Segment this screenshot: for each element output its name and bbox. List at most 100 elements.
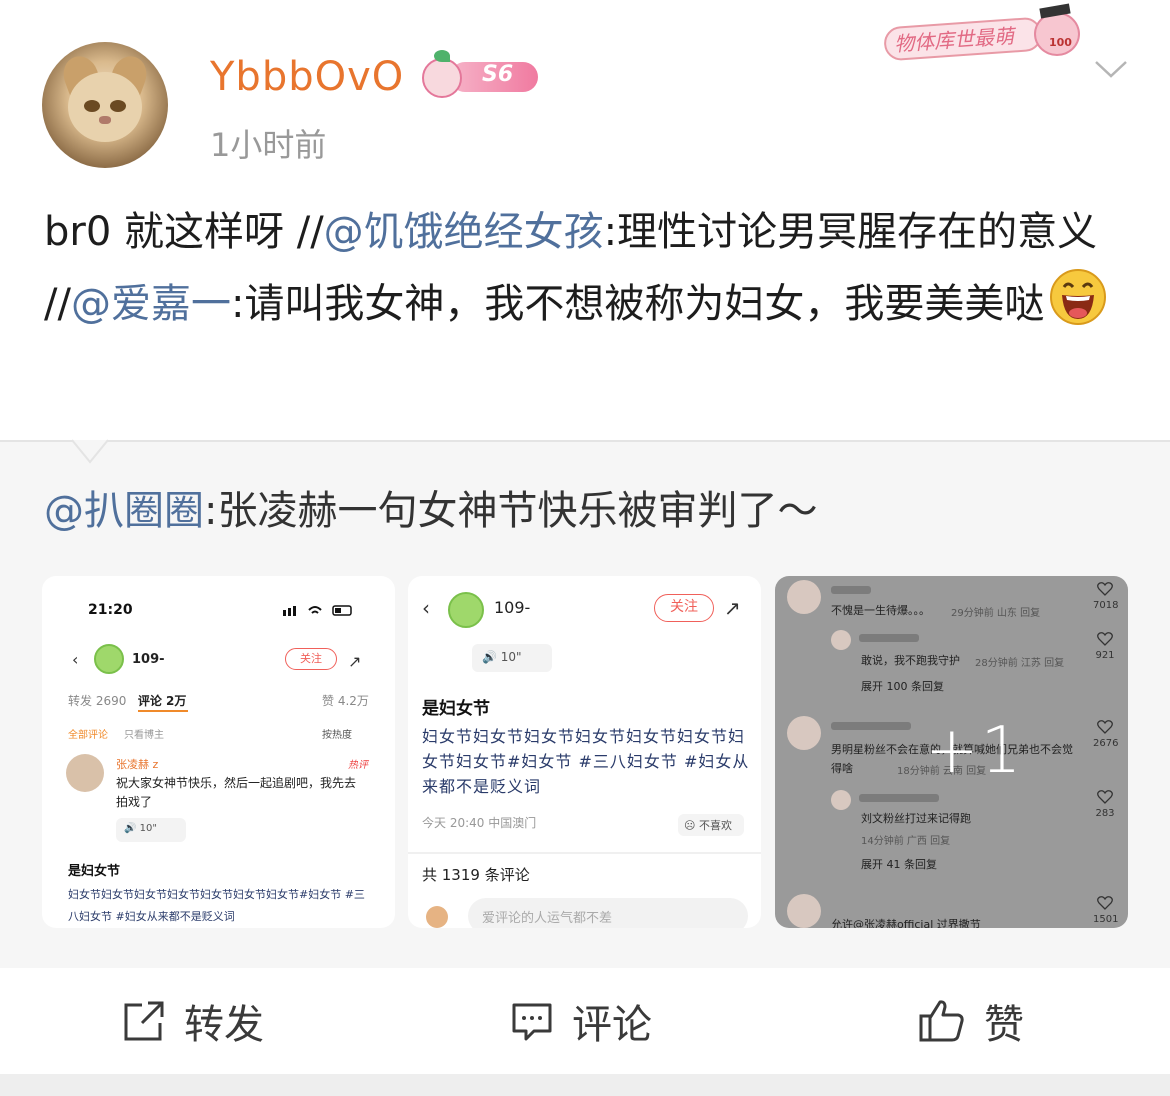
like-button[interactable]: 赞 [918,994,1024,1048]
comment-input: 爱评论的人运气都不差 [468,898,748,928]
subpost-body: 妇女节妇女节妇女节妇女节妇女节妇女节妇女节妇女节#妇女节 #三八妇女节 #妇女从… [422,727,750,796]
mention-link[interactable]: @爱嘉一 [71,281,231,327]
chevron-down-icon[interactable] [1094,58,1128,82]
username[interactable]: YbbbOvO [210,54,404,100]
blurred-name [859,794,939,802]
like-count: 2676 [1093,738,1119,749]
like-count: 1501 [1093,914,1119,925]
thumb-username: 109- [494,598,531,617]
comment-text: 不愧是一生待爆。。。 [831,604,930,617]
clover-avatar [94,644,124,674]
sort-label: 按热度 [322,730,352,741]
comment-text: 祝大家女神节快乐，然后一起追剧吧，我先去拍戏了 [116,776,357,809]
expand-replies: 展开 41 条回复 [861,858,937,871]
dislike-button: ☹ 不喜欢 [678,814,744,836]
thumb-likes: 赞 4.2万 [322,694,369,708]
action-bar: 转发 评论 赞 [0,968,1170,1074]
original-post-text: @扒圈圈:张凌赫一句女神节快乐被审判了～ [44,478,817,536]
post-image-2[interactable]: ‹ 109- 关注 ↗ 🔊 10" 是妇女节 妇女节妇女节妇女节妇女节妇女节妇女… [408,576,761,928]
blurred-name [831,722,911,730]
blurred-name [831,586,871,594]
like-count: 7018 [1093,600,1119,611]
subpost-title: 是妇女节 [68,864,121,879]
reply-meta: 28分钟前 江苏 回复 [975,658,1065,669]
comment-button[interactable]: 评论 [510,994,652,1048]
dislike-label: 不喜欢 [698,819,732,832]
commenter-avatar [66,754,104,792]
reply-meta: 14分钟前 广西 回复 [861,836,951,847]
divider [408,852,761,854]
more-images-count: +1 [925,714,1024,788]
post-text-part: :请叫我女神，我不想被称为妇女，我要美美哒 [230,281,1045,327]
comment-text: 允许@张凌赫official 过界撒节 [831,918,981,928]
comment-meta: 29分钟前 山东 回复 [951,608,1041,619]
voice-note: 🔊 10" [472,644,552,672]
like-count: 283 [1095,808,1115,819]
clover-avatar [448,592,484,628]
repost-button[interactable]: 转发 [122,994,264,1048]
avatar-cat-nose [99,116,111,124]
level-badge-text: S6 [482,62,514,87]
back-icon[interactable]: ‹ [72,650,78,669]
share-icon: ↗ [348,652,362,671]
voice-duration: 10" [500,650,522,664]
original-post-body: :张凌赫一句女神节快乐被审判了～ [204,488,818,534]
hot-comment-tag: 热评 [348,760,368,771]
avatar-cat-eye [110,100,126,112]
comment-count: 共 1319 条评论 [422,866,530,884]
reply-text: 刘文粉丝打过来记得跑 [861,812,971,825]
reply-text: 敢说，我不跑我守护 [861,654,960,667]
repost-icon [124,1001,164,1041]
commenter-name: 张凌赫 z [116,758,159,771]
commenter-avatar [787,894,821,928]
repost-notch [72,439,108,464]
repost-label: 转发 [184,1002,264,1048]
level-badge[interactable]: S6 [422,50,540,98]
bottom-divider [0,1074,1170,1096]
stamp-number: 100 [1049,36,1072,49]
voice-duration: 10" [139,823,157,834]
tab-underline [138,710,188,712]
avatar-cat-eye [84,100,100,112]
tab-repost: 转发 2690 [68,694,127,708]
voice-note: 🔊 10" [116,818,186,842]
share-icon: ↗ [724,596,741,620]
heart-icon [1097,582,1113,596]
mention-link[interactable]: @扒圈圈 [44,488,204,534]
follow-button: 关注 [285,648,337,670]
filter-all: 全部评论 [68,730,108,741]
bear-avatar-icon [426,906,448,928]
status-time: 21:20 [88,602,133,618]
post-image-3[interactable]: 不愧是一生待爆。。。 29分钟前 山东 回复 7018 敢说，我不跑我守护 28… [775,576,1128,928]
heart-icon [1097,790,1113,804]
follow-button: 关注 [654,594,714,622]
tab-comment: 评论 2万 [137,694,187,708]
subpost-body: 妇女节妇女节妇女节妇女节妇女节妇女节妇女节#妇女节 #三八妇女节 #妇女从来都不… [68,888,365,923]
expand-replies: 展开 100 条回复 [861,680,944,693]
heart-icon [1097,896,1113,910]
badge-leaf-icon [434,50,450,62]
subpost-title: 是妇女节 [422,699,490,719]
reply-avatar [831,630,851,650]
like-count: 921 [1095,650,1115,661]
heart-icon [1097,632,1113,646]
comment-icon [512,1003,552,1041]
back-icon: ‹ [422,596,430,620]
heart-icon [1097,720,1113,734]
avatar-cat-face [68,72,142,142]
post-image-1[interactable]: 21:20 ‹ 109- 关注 ↗ 转发 2690 评论 2万 赞 4.2万 全… [42,576,395,928]
commenter-avatar [787,580,821,614]
thumb-username: 109- [132,652,165,667]
commenter-avatar [787,716,821,750]
post-text: br0 就这样呀 //@饥饿绝经女孩:理性讨论男冥腥存在的意义 //@爱嘉一:请… [44,198,1134,339]
badge-character-icon [422,58,462,98]
laughing-emoji-icon [1050,269,1107,325]
user-avatar[interactable] [42,42,168,168]
post-text-part: br0 就这样呀 // [44,209,324,255]
mention-link[interactable]: @饥饿绝经女孩 [324,209,604,255]
blurred-name [859,634,919,642]
reply-avatar [831,790,851,810]
post-time: 1小时前 [210,126,327,164]
like-label: 赞 [984,1002,1024,1048]
thumb-tabs: 转发 2690 评论 2万 [68,692,186,709]
